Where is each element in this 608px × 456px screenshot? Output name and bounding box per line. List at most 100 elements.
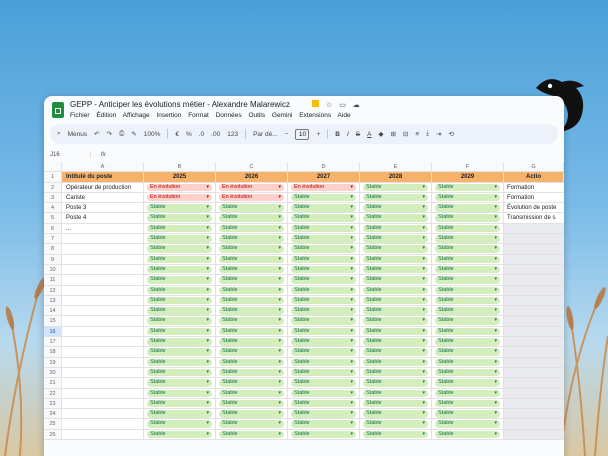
status-dropdown-chip[interactable]: Stable <box>363 214 428 222</box>
action-cell[interactable] <box>504 357 564 368</box>
status-dropdown-chip[interactable]: Stable <box>219 296 284 305</box>
status-dropdown-chip[interactable]: Stable <box>363 358 428 367</box>
header-year[interactable]: 2025 <box>144 172 216 183</box>
poste-cell[interactable] <box>62 337 144 348</box>
column-header-b[interactable]: B <box>144 162 216 173</box>
status-dropdown-chip[interactable]: Stable <box>219 358 284 367</box>
status-dropdown-chip[interactable]: Stable <box>219 307 284 315</box>
status-dropdown-chip[interactable]: Stable <box>435 338 500 346</box>
status-dropdown-chip[interactable]: En évolution <box>219 193 284 202</box>
status-cell[interactable]: Stable <box>432 275 504 286</box>
row-number[interactable]: 5 <box>44 213 62 224</box>
increase-decimals-button[interactable]: .00 <box>211 131 220 138</box>
status-cell[interactable]: Stable <box>216 223 288 235</box>
status-dropdown-chip[interactable]: Stable <box>219 399 284 408</box>
undo-icon[interactable]: ↶ <box>94 130 99 138</box>
font-size-increase-button[interactable]: + <box>316 131 320 138</box>
status-dropdown-chip[interactable]: Stable <box>435 368 500 377</box>
status-dropdown-chip[interactable]: Stable <box>147 255 212 264</box>
status-cell[interactable]: Stable <box>216 306 288 317</box>
status-cell[interactable]: Stable <box>288 337 360 348</box>
status-dropdown-chip[interactable]: Stable <box>435 265 500 274</box>
row-number[interactable]: 2 <box>44 182 62 193</box>
status-cell[interactable]: Stable <box>360 306 432 317</box>
action-cell[interactable] <box>504 347 564 358</box>
status-dropdown-chip[interactable]: En évolution <box>147 183 212 192</box>
status-dropdown-chip[interactable]: Stable <box>147 379 212 387</box>
status-cell[interactable]: Stable <box>216 398 288 410</box>
row-number[interactable]: 17 <box>44 337 62 348</box>
wrap-icon[interactable]: ⇥ <box>436 130 441 138</box>
status-dropdown-chip[interactable]: Stable <box>435 410 500 418</box>
header-year[interactable]: 2028 <box>360 172 432 183</box>
status-cell[interactable]: Stable <box>288 285 360 296</box>
status-cell[interactable]: Stable <box>144 285 216 296</box>
status-dropdown-chip[interactable]: Stable <box>291 368 356 377</box>
poste-cell[interactable]: ... <box>62 223 144 235</box>
status-dropdown-chip[interactable]: En évolution <box>147 193 212 202</box>
row-number[interactable]: 3 <box>44 192 62 204</box>
status-dropdown-chip[interactable]: Stable <box>291 235 356 243</box>
row-number[interactable]: 22 <box>44 388 62 399</box>
status-dropdown-chip[interactable]: Stable <box>219 389 284 398</box>
status-cell[interactable]: Stable <box>288 234 360 245</box>
status-dropdown-chip[interactable]: Stable <box>435 348 500 356</box>
status-cell[interactable]: Stable <box>432 409 504 420</box>
action-cell[interactable] <box>504 285 564 296</box>
status-cell[interactable]: Stable <box>288 316 360 327</box>
status-cell[interactable]: Stable <box>360 326 432 338</box>
status-cell[interactable]: Stable <box>216 388 288 399</box>
status-dropdown-chip[interactable]: Stable <box>147 410 212 418</box>
status-cell[interactable]: Stable <box>360 316 432 327</box>
status-dropdown-chip[interactable]: Stable <box>363 265 428 274</box>
status-dropdown-chip[interactable]: En évolution <box>291 183 356 192</box>
status-cell[interactable]: Stable <box>360 337 432 348</box>
status-dropdown-chip[interactable]: Stable <box>291 358 356 367</box>
status-dropdown-chip[interactable]: Stable <box>363 183 428 192</box>
status-dropdown-chip[interactable]: Stable <box>147 296 212 305</box>
column-header-a[interactable]: A <box>62 162 144 173</box>
column-header-g[interactable]: G <box>504 162 564 173</box>
status-cell[interactable]: Stable <box>144 275 216 286</box>
action-cell[interactable] <box>504 244 564 255</box>
status-cell[interactable]: Stable <box>432 306 504 317</box>
status-dropdown-chip[interactable]: Stable <box>291 286 356 295</box>
poste-cell[interactable] <box>62 254 144 265</box>
status-cell[interactable]: Stable <box>360 182 432 193</box>
status-dropdown-chip[interactable]: Stable <box>219 338 284 346</box>
status-dropdown-chip[interactable]: Stable <box>219 327 284 336</box>
status-cell[interactable]: Stable <box>360 347 432 358</box>
action-cell[interactable] <box>504 254 564 265</box>
status-cell[interactable]: Stable <box>216 244 288 255</box>
menu-fichier[interactable]: Fichier <box>70 112 90 119</box>
status-dropdown-chip[interactable]: Stable <box>363 348 428 356</box>
status-dropdown-chip[interactable]: Stable <box>363 245 428 253</box>
status-cell[interactable]: Stable <box>216 326 288 338</box>
zoom-select[interactable]: 100% <box>144 131 161 138</box>
status-cell[interactable]: Stable <box>432 429 504 441</box>
row-number[interactable]: 21 <box>44 378 62 389</box>
status-dropdown-chip[interactable]: Stable <box>435 389 500 398</box>
action-cell[interactable]: Formation <box>504 192 564 204</box>
fill-color-icon[interactable]: ◆ <box>378 130 383 138</box>
status-cell[interactable]: Stable <box>144 203 216 214</box>
status-cell[interactable]: Stable <box>144 398 216 410</box>
poste-cell[interactable]: Cariste <box>62 192 144 204</box>
status-cell[interactable]: Stable <box>288 244 360 255</box>
action-cell[interactable] <box>504 306 564 317</box>
menu-outils[interactable]: Outils <box>248 112 265 119</box>
status-cell[interactable]: Stable <box>144 223 216 235</box>
status-dropdown-chip[interactable]: Stable <box>363 286 428 295</box>
status-dropdown-chip[interactable]: Stable <box>291 224 356 233</box>
status-dropdown-chip[interactable]: Stable <box>435 193 500 202</box>
status-dropdown-chip[interactable]: Stable <box>435 307 500 315</box>
status-cell[interactable]: Stable <box>360 285 432 296</box>
status-dropdown-chip[interactable]: Stable <box>219 317 284 325</box>
action-cell[interactable] <box>504 378 564 389</box>
italic-button[interactable]: I <box>347 131 349 138</box>
status-cell[interactable]: Stable <box>360 388 432 399</box>
print-icon[interactable]: ⎙ <box>119 130 124 138</box>
row-number[interactable]: 15 <box>44 316 62 327</box>
paint-format-icon[interactable]: ✎ <box>131 130 136 138</box>
status-cell[interactable]: Stable <box>288 378 360 389</box>
